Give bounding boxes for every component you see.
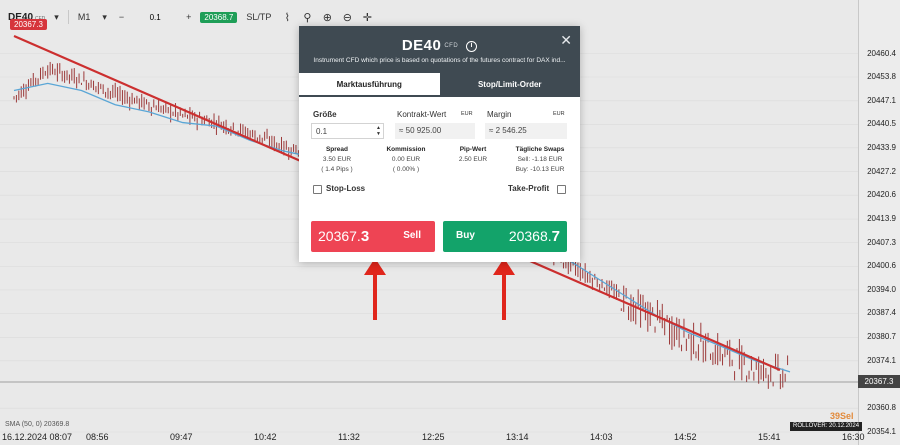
stop-loss-checkbox[interactable] xyxy=(313,185,322,194)
x-tick-label: 15:41 xyxy=(758,432,781,442)
sltp-button[interactable]: SL/TP xyxy=(243,12,274,22)
y-tick-label: 20380.7 xyxy=(867,332,896,342)
stop-loss-label[interactable]: Stop-Loss xyxy=(326,184,365,193)
zoom-in-icon[interactable]: ⊕ xyxy=(320,11,334,24)
y-tick-label: 20407.3 xyxy=(867,237,896,247)
x-tick-label: 09:47 xyxy=(170,432,193,442)
x-tick-label: 16:30 xyxy=(842,432,865,442)
size-stepper[interactable]: ▲ ▼ xyxy=(376,125,381,137)
rollover-badge: ROLLOVER: 20.12.2024 xyxy=(790,422,863,431)
y-tick-label: 20420.6 xyxy=(867,190,896,200)
arrow-to-sell xyxy=(364,258,386,320)
y-tick-label: 20447.1 xyxy=(867,95,896,105)
toolbar-buy-price[interactable]: 20368.7 xyxy=(200,11,238,23)
info-icon[interactable]: i xyxy=(466,40,478,52)
line-chart-icon[interactable]: ⌇ xyxy=(280,11,294,24)
separator xyxy=(67,10,69,24)
trade-dialog: DE40 CFD i Instrument CFD which price is b… xyxy=(299,26,580,262)
arrow-to-buy xyxy=(493,258,515,320)
margin-value-field: ≈ 2 546.25 xyxy=(485,123,567,139)
y-tick-label: 20374.1 xyxy=(867,355,896,365)
dialog-title: DE40 CFD i xyxy=(299,26,580,54)
spread-stat: Spread 3.50 EUR ( 1.4 Pips ) xyxy=(321,146,353,173)
size-input[interactable]: 0.1 ▲ ▼ xyxy=(311,123,384,139)
buy-button[interactable]: Buy 20368.7 xyxy=(443,221,567,252)
y-tick-label: 20433.9 xyxy=(867,142,896,152)
instrument-stats: Spread 3.50 EUR ( 1.4 Pips ) Kommission … xyxy=(299,142,580,180)
timeframe-select[interactable]: M1 xyxy=(75,12,94,22)
y-tick-label: 20460.4 xyxy=(867,48,896,58)
order-fields: Größe Kontrakt-Wert EUR Margin EUR 0.1 ▲… xyxy=(299,97,580,142)
order-options: Stop-Loss Take-Profit xyxy=(299,180,580,202)
indicator-icon[interactable]: ⚲ xyxy=(300,11,314,24)
buy-price: 20368.7 xyxy=(508,228,560,245)
y-tick-label: 20440.5 xyxy=(867,119,896,129)
x-tick-label: 14:52 xyxy=(674,432,697,442)
margin-currency: EUR xyxy=(553,111,565,117)
y-tick-label: 20413.9 xyxy=(867,214,896,224)
timeframe-dropdown-icon[interactable]: ▾ xyxy=(99,12,110,23)
sell-label: Sell xyxy=(403,230,421,241)
y-tick-label: 20387.4 xyxy=(867,308,896,318)
quantity-input[interactable] xyxy=(133,10,178,24)
swaps-stat: Tägliche Swaps Sell: -1.18 EUR Buy: -10.… xyxy=(515,146,565,173)
contract-currency: EUR xyxy=(461,111,473,117)
size-label: Größe xyxy=(313,110,337,119)
current-price-label: 20367.3 xyxy=(858,375,900,388)
close-icon[interactable]: ✕ xyxy=(560,32,572,49)
y-tick-label: 20400.6 xyxy=(867,261,896,271)
margin-label: Margin xyxy=(487,110,512,119)
x-tick-label: 10:42 xyxy=(254,432,277,442)
x-tick-label: 13:14 xyxy=(506,432,529,442)
x-tick-label: 11:32 xyxy=(338,432,360,442)
crosshair-icon[interactable]: ✛ xyxy=(360,11,374,24)
x-tick-label: 14:03 xyxy=(590,432,613,442)
quantity-minus-button[interactable]: − xyxy=(116,12,127,22)
tab-stop-limit-order[interactable]: Stop/Limit-Order xyxy=(439,73,580,97)
contract-value-field: ≈ 50 925.00 xyxy=(395,123,475,139)
y-tick-label: 20354.1 xyxy=(867,427,896,436)
x-tick-label: 16.12.2024 08:07 xyxy=(2,432,73,442)
sell-button[interactable]: 20367.3 Sell xyxy=(311,221,435,252)
order-tabs: Marktausführung Stop/Limit-Order xyxy=(299,73,580,97)
contract-label: Kontrakt-Wert xyxy=(397,110,447,119)
zoom-out-icon[interactable]: ⊖ xyxy=(340,11,354,24)
quantity-plus-button[interactable]: + xyxy=(183,12,194,22)
dropdown-icon[interactable]: ▾ xyxy=(51,12,62,23)
instrument-description: Instrument CFD which price is based on q… xyxy=(313,57,566,64)
toolbar-sell-price[interactable]: 20367.3 xyxy=(10,19,47,30)
y-tick-label: 20394.0 xyxy=(867,284,896,294)
sell-price: 20367.3 xyxy=(318,228,370,245)
buy-label: Buy xyxy=(456,230,475,241)
commission-stat: Kommission 0.00 EUR ( 0.00% ) xyxy=(386,146,426,173)
take-profit-checkbox[interactable] xyxy=(557,185,566,194)
tab-market-execution[interactable]: Marktausführung xyxy=(299,73,440,97)
dialog-header: DE40 CFD i Instrument CFD which price is b… xyxy=(299,26,580,73)
sma-legend: SMA (50, 0) 20369.8 xyxy=(5,421,70,428)
y-tick-label: 20453.8 xyxy=(867,72,896,81)
watermark: 39Sel xyxy=(830,411,854,421)
take-profit-label[interactable]: Take-Profit xyxy=(508,184,549,193)
y-tick-label: 20427.2 xyxy=(867,166,896,176)
pip-value-stat: Pip-Wert 2.50 EUR xyxy=(458,146,488,163)
x-tick-label: 12:25 xyxy=(422,432,445,442)
x-tick-label: 08:56 xyxy=(86,432,109,442)
price-axis[interactable]: 20460.4 20453.8 20447.1 20440.5 20433.9 20427… xyxy=(858,0,900,445)
y-tick-label: 20360.8 xyxy=(867,403,896,413)
